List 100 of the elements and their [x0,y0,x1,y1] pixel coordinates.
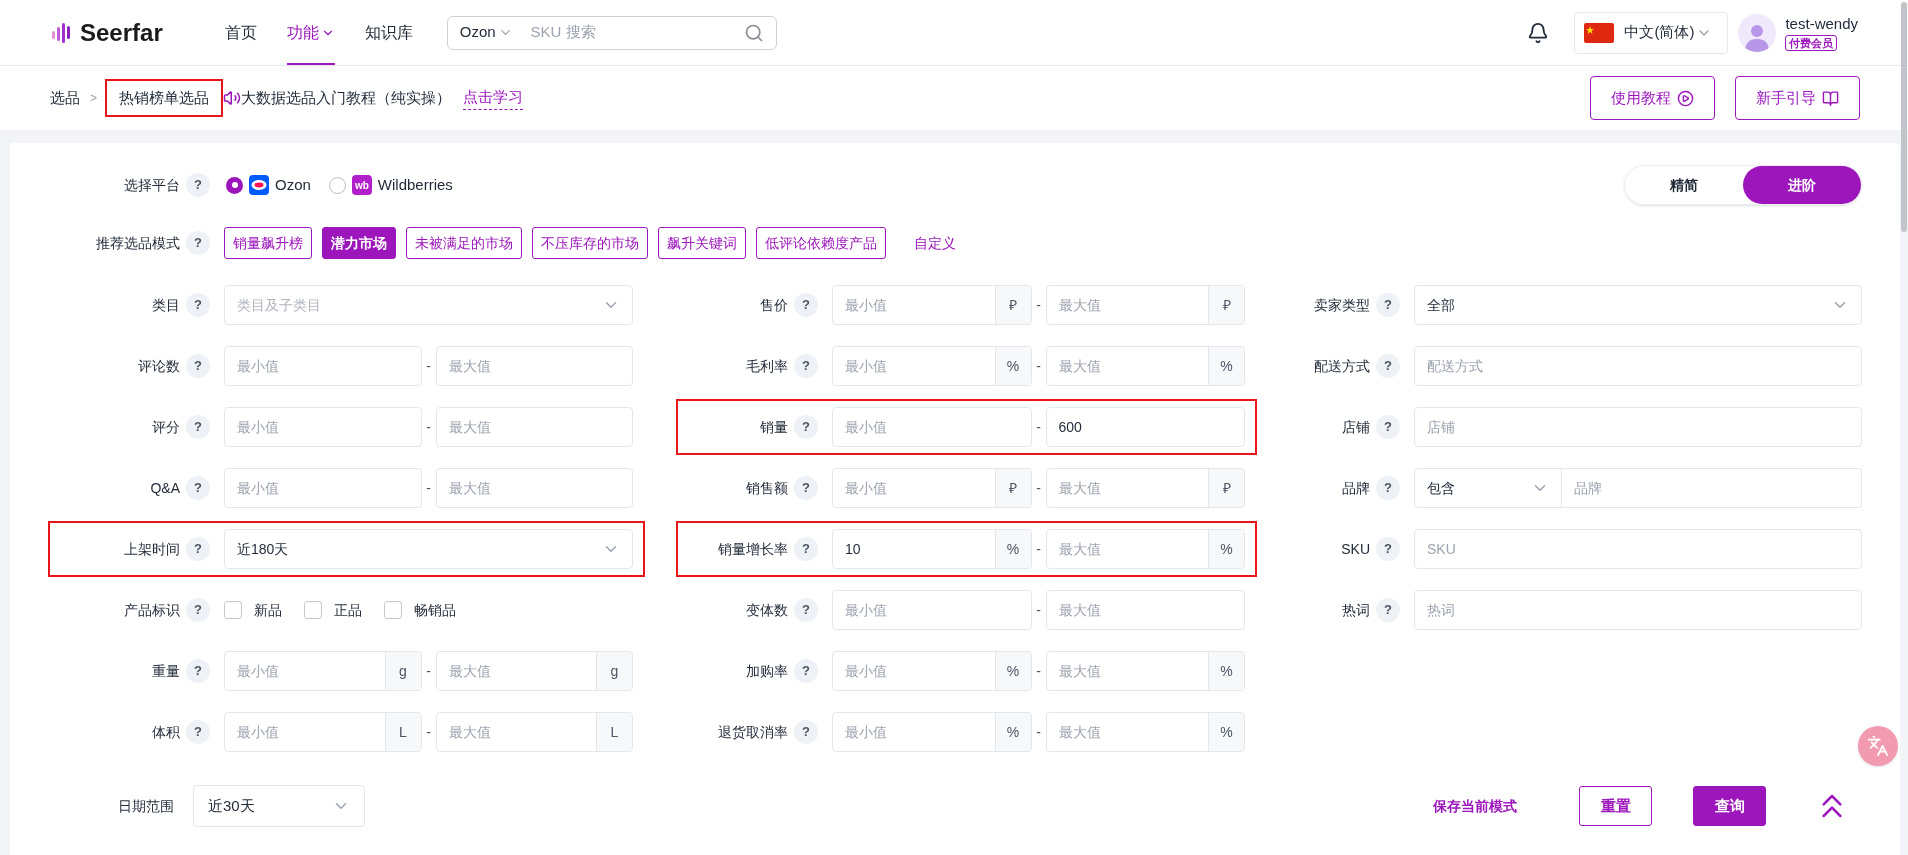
min-value-field[interactable]: 10 % [832,529,1032,569]
range-separator: - [1035,661,1042,681]
mode-chip[interactable]: 低评论依赖度产品 [756,227,886,259]
mode-chip[interactable]: 不压库存的市场 [532,227,648,259]
range-separator: - [1035,539,1042,559]
min-value-field[interactable]: 最小值 ₽ [832,468,1032,508]
help-icon[interactable]: ? [794,293,818,317]
unit-addon: % [1208,347,1244,385]
language-select[interactable]: 中文(简体) [1574,11,1729,54]
unit-addon: L [384,713,421,751]
toggle-option[interactable]: 精简 [1625,166,1743,204]
help-icon[interactable]: ? [794,415,818,439]
field-label: 体积 [151,722,180,742]
max-value-field[interactable]: 最大值 ₽ [1045,285,1245,325]
help-icon[interactable]: ? [1376,537,1400,561]
guide-button[interactable]: 新手引导 [1735,76,1860,120]
help-icon[interactable]: ? [1376,476,1400,500]
unit-addon: g [384,652,421,690]
help-icon[interactable]: ? [186,720,210,744]
unit-addon: ₽ [994,469,1031,507]
max-value-field[interactable]: 600 [1045,407,1245,447]
min-value-field[interactable]: 最小值 % [832,346,1032,386]
mode-chip[interactable]: 潜力市场 [322,227,396,259]
nav-tab[interactable]: 首页 [224,0,257,65]
help-icon[interactable]: ? [1376,293,1400,317]
breadcrumb-link[interactable]: 选品 [48,84,82,112]
field-label: 变体数 [745,600,788,620]
dropdown[interactable]: 包含 [1414,468,1562,508]
search-icon[interactable] [743,22,764,43]
unit-addon: % [994,347,1031,385]
help-icon[interactable]: ? [186,293,210,317]
reset-button[interactable]: 重置 [1579,786,1652,826]
help-icon[interactable]: ? [186,173,210,197]
range-separator: - [425,722,432,742]
logo-text[interactable]: Seerfar [80,14,163,51]
dropdown[interactable]: 全部 [1414,285,1862,325]
max-value-field[interactable]: 最大值 % [1045,712,1245,752]
mode-chip[interactable]: 销量飙升榜 [224,227,312,259]
nav-tab[interactable]: 知识库 [364,0,413,65]
scrollbar-thumb[interactable] [1901,2,1907,232]
help-icon[interactable]: ? [186,598,210,622]
field-label: 类目 [151,295,180,315]
search-field[interactable]: Ozon SKU 搜索 [446,15,777,50]
min-value-field[interactable]: 最小值 % [832,651,1032,691]
guide-button[interactable]: 使用教程 [1590,76,1715,120]
field-label: 配送方式 [1313,356,1370,376]
max-value-field[interactable]: 最大值 % [1045,651,1245,691]
field-label: SKU [1340,539,1370,559]
max-value-field[interactable]: 最大值 ₽ [1045,468,1245,508]
radio-button[interactable] [226,176,243,194]
mode-chip[interactable]: 未被满足的市场 [406,227,522,259]
max-value-field[interactable]: 最大值 L [435,712,633,752]
max-value-field[interactable]: 最大值 % [1045,346,1245,386]
checkbox[interactable] [384,601,402,619]
min-value-field[interactable]: 最小值 g [224,651,422,691]
checkbox[interactable] [224,601,242,619]
help-icon[interactable]: ? [794,720,818,744]
query-button[interactable]: 查询 [1693,786,1766,826]
help-icon[interactable]: ? [1376,598,1400,622]
learn-link[interactable]: 点击学习 [463,86,523,110]
breadcrumb-link[interactable]: 热销榜单选品 [105,78,223,118]
range-separator: - [1035,295,1042,315]
platform-select[interactable]: Ozon [459,21,496,44]
radio-button[interactable] [328,176,346,194]
membership-badge: 付费会员 [1785,34,1838,51]
field-label: 毛利率 [745,356,788,376]
help-icon[interactable]: ? [794,354,818,378]
range-separator: - [1035,478,1042,498]
unit-addon: % [994,713,1031,751]
range-separator: - [1035,600,1042,620]
help-icon[interactable]: ? [186,231,210,255]
custom-mode-link[interactable]: 自定义 [914,232,956,254]
unit-addon: g [596,652,632,690]
min-value-field[interactable]: 最小值 % [832,712,1032,752]
help-icon[interactable]: ? [1376,415,1400,439]
checkbox[interactable] [304,601,322,619]
range-separator: - [425,417,432,437]
avatar[interactable] [1738,13,1777,52]
min-value-field[interactable]: 最小值 L [224,712,422,752]
dropdown[interactable]: 近180天 [224,529,633,569]
min-value-field[interactable]: 最小值 ₽ [832,285,1032,325]
help-icon[interactable]: ? [186,354,210,378]
toggle-option[interactable]: 进阶 [1743,166,1861,204]
help-icon[interactable]: ? [794,598,818,622]
help-icon[interactable]: ? [186,659,210,683]
help-icon[interactable]: ? [186,476,210,500]
save-mode-link[interactable]: 保存当前模式 [1433,795,1517,817]
max-value-field[interactable]: 最大值 % [1045,529,1245,569]
help-icon[interactable]: ? [794,537,818,561]
mode-chip[interactable]: 飙升关键词 [658,227,746,259]
dropdown[interactable]: 近30天 [193,785,365,827]
help-icon[interactable]: ? [186,415,210,439]
bell-icon[interactable] [1527,21,1550,44]
range-separator: - [425,661,432,681]
max-value-field[interactable]: 最大值 g [435,651,633,691]
play-circle-icon [1677,89,1694,107]
help-icon[interactable]: ? [186,537,210,561]
help-icon[interactable]: ? [794,659,818,683]
help-icon[interactable]: ? [794,476,818,500]
help-icon[interactable]: ? [1376,354,1400,378]
